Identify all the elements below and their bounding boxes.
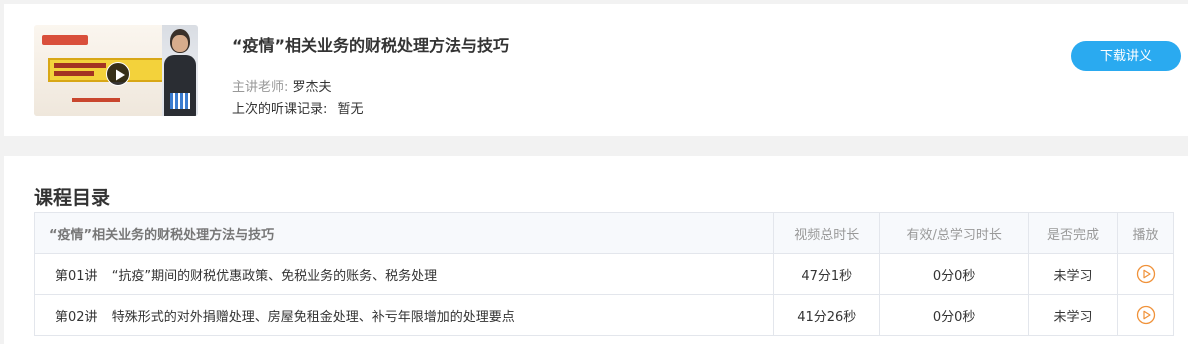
play-cell (1117, 253, 1174, 295)
play-circle-icon[interactable] (1136, 264, 1156, 284)
lesson-number: 第01讲 (55, 268, 98, 284)
teacher-label: 主讲老师: (232, 80, 289, 95)
column-header-name: “疫情”相关业务的财税处理方法与技巧 (33, 212, 775, 254)
course-title: “疫情”相关业务的财税处理方法与技巧 (232, 36, 510, 55)
thumbnail-subtitle (72, 98, 120, 102)
thumbnail-slide (34, 25, 164, 116)
last-record-label: 上次的听课记录: (232, 102, 328, 117)
table-row[interactable]: 第02讲 特殊形式的对外捐赠处理、房屋免租金处理、补亏年限增加的处理要点 41分… (33, 294, 1174, 336)
status-cell: 未学习 (1028, 253, 1118, 295)
course-catalog-card: 课程目录 “疫情”相关业务的财税处理方法与技巧 视频总时长 有效/总学习时长 是… (4, 156, 1188, 344)
course-thumbnail[interactable] (34, 25, 198, 116)
column-header-study-duration: 有效/总学习时长 (879, 212, 1030, 254)
play-icon[interactable] (106, 62, 130, 86)
column-header-completed: 是否完成 (1028, 212, 1118, 254)
teacher-line: 主讲老师: 罗杰夫 (232, 76, 332, 95)
status-cell: 未学习 (1028, 294, 1118, 336)
last-record-value: 暂无 (337, 102, 364, 117)
lesson-number: 第02讲 (55, 309, 98, 325)
thumbnail-teacher-photo (162, 25, 198, 116)
table-row[interactable]: 第01讲 “抗疫”期间的财税优惠政策、免税业务的账务、税务处理 47分1秒 0分… (33, 253, 1174, 295)
course-catalog-table: “疫情”相关业务的财税处理方法与技巧 视频总时长 有效/总学习时长 是否完成 播… (33, 212, 1174, 336)
video-duration-cell: 41分26秒 (773, 294, 881, 336)
section-title: 课程目录 (34, 187, 111, 209)
last-record-line: 上次的听课记录: 暂无 (232, 98, 364, 117)
study-duration-cell: 0分0秒 (879, 294, 1030, 336)
column-header-video-duration: 视频总时长 (773, 212, 881, 254)
column-header-play: 播放 (1117, 212, 1174, 254)
video-duration-cell: 47分1秒 (773, 253, 881, 295)
lesson-title[interactable]: 特殊形式的对外捐赠处理、房屋免租金处理、补亏年限增加的处理要点 (112, 310, 515, 325)
study-duration-cell: 0分0秒 (879, 253, 1030, 295)
lesson-name-cell[interactable]: 第02讲 特殊形式的对外捐赠处理、房屋免租金处理、补亏年限增加的处理要点 (33, 294, 775, 336)
course-header-card: “疫情”相关业务的财税处理方法与技巧 主讲老师: 罗杰夫 上次的听课记录: 暂无… (4, 4, 1188, 136)
lesson-name-cell[interactable]: 第01讲 “抗疫”期间的财税优惠政策、免税业务的账务、税务处理 (33, 253, 775, 295)
thumbnail-qr-code (170, 93, 190, 109)
table-header-row: “疫情”相关业务的财税处理方法与技巧 视频总时长 有效/总学习时长 是否完成 播… (33, 212, 1174, 254)
teacher-name: 罗杰夫 (292, 80, 332, 95)
play-cell (1117, 294, 1174, 336)
play-circle-icon[interactable] (1136, 305, 1156, 325)
download-handout-button[interactable]: 下载讲义 (1071, 41, 1181, 71)
lesson-title[interactable]: “抗疫”期间的财税优惠政策、免税业务的账务、税务处理 (112, 269, 437, 284)
thumbnail-tag (42, 35, 88, 45)
